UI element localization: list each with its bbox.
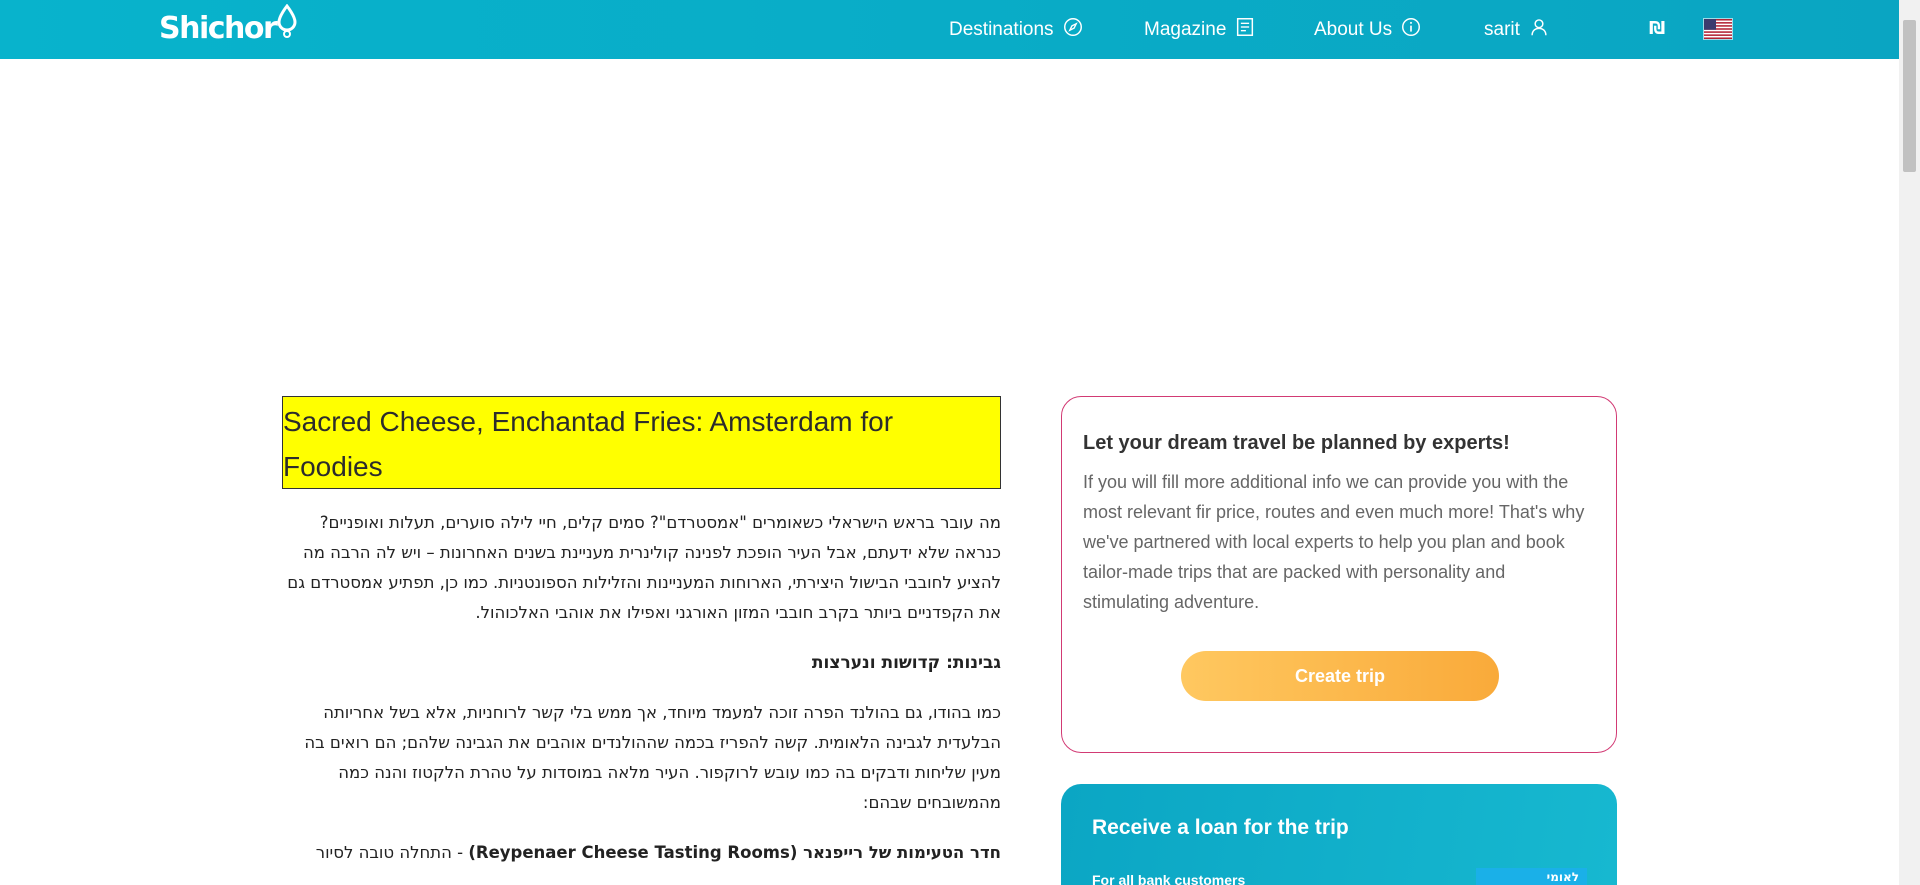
create-trip-button[interactable]: Create trip bbox=[1181, 651, 1499, 701]
article-body: מה עובר בראש הישראלי כשאומרים "אמסטרדם"?… bbox=[282, 508, 1001, 885]
page-scrollbar[interactable] bbox=[1899, 0, 1920, 885]
top-navbar: Shichor Destinations Magazine About Us s… bbox=[0, 0, 1899, 59]
nav-item-about-us[interactable]: About Us bbox=[1314, 16, 1422, 44]
expert-card-text: If you will fill more additional info we… bbox=[1083, 472, 1585, 612]
nav-item-magazine[interactable]: Magazine bbox=[1144, 16, 1256, 44]
section-heading: גבינות: קדושות ונערצות bbox=[811, 653, 1001, 673]
section-text: כמו בהודו, גם בהולנד הפרה זוכה למעמד מיו… bbox=[304, 703, 1001, 812]
currency-selector[interactable]: ₪ bbox=[1649, 18, 1665, 39]
shichor-logo[interactable]: Shichor bbox=[159, 3, 297, 48]
article-intro: מה עובר בראש הישראלי כשאומרים "אמסטרדם"?… bbox=[287, 513, 1001, 622]
next-paragraph-text: - התחלה טובה לסיור bbox=[315, 843, 469, 862]
article-title: Sacred Cheese, Enchantad Fries: Amsterda… bbox=[282, 396, 1001, 489]
nav-item-destinations[interactable]: Destinations bbox=[949, 16, 1084, 44]
scrollbar-thumb[interactable] bbox=[1903, 20, 1916, 172]
bank-logo: לאומי bbox=[1476, 868, 1587, 885]
us-flag-icon[interactable] bbox=[1703, 18, 1733, 40]
next-paragraph: חדר הטעימות של רייפנאר (Reypenaer Cheese… bbox=[282, 838, 1001, 868]
loan-card-title: Receive a loan for the trip bbox=[1092, 816, 1349, 839]
document-icon bbox=[1234, 16, 1256, 44]
next-paragraph-bold: חדר הטעימות של רייפנאר (Reypenaer Cheese… bbox=[468, 843, 1001, 862]
expert-card-title: Let your dream travel be planned by expe… bbox=[1083, 432, 1510, 454]
logo-drop-icon bbox=[277, 3, 297, 46]
user-icon bbox=[1528, 16, 1550, 44]
loan-card-subtitle: For all bank customers bbox=[1092, 872, 1246, 885]
expert-planning-card: Let your dream travel be planned by expe… bbox=[1061, 396, 1617, 753]
trip-loan-card[interactable]: Receive a loan for the trip For all bank… bbox=[1061, 784, 1617, 885]
info-icon bbox=[1400, 16, 1422, 44]
nav-item-user-account[interactable]: sarit bbox=[1484, 16, 1550, 44]
compass-icon bbox=[1062, 16, 1084, 44]
